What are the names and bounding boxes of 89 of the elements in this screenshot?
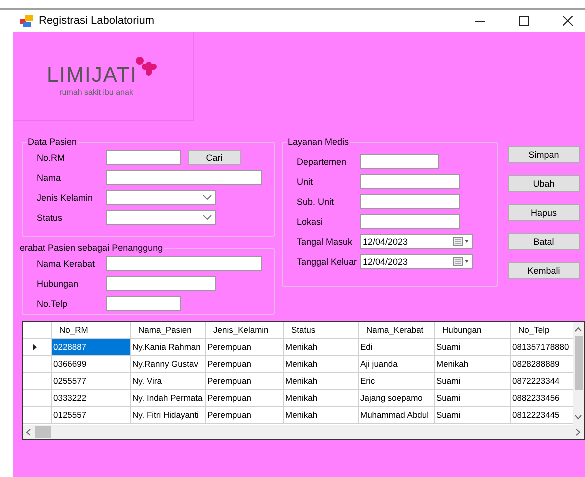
action-button[interactable]: Ubah: [508, 175, 580, 192]
field-label: Nama: [37, 172, 62, 182]
calendar-icon[interactable]: [453, 257, 470, 266]
date-picker[interactable]: 12/04/2023: [360, 234, 473, 249]
field-label: Lokasi: [297, 216, 324, 226]
input-field[interactable]: [106, 150, 181, 165]
table-cell[interactable]: Ny.Ranny Gustav: [130, 356, 205, 372]
field-label: Jenis Kelamin: [37, 192, 94, 202]
field-label: Hubungan: [37, 278, 80, 288]
table-cell[interactable]: Suami: [434, 372, 510, 390]
field-label: Tanggal Keluar: [297, 256, 358, 266]
table-cell[interactable]: Menikah: [434, 356, 510, 372]
logo-tagline: rumah sakit ibu anak: [60, 88, 134, 96]
table-cell[interactable]: 0125557: [51, 406, 130, 424]
dropdown-field[interactable]: [106, 190, 216, 205]
search-button[interactable]: Cari: [188, 150, 241, 165]
table-cell[interactable]: 0333222: [51, 390, 130, 406]
dropdown-field[interactable]: [106, 210, 216, 225]
table-cell[interactable]: Menikah: [283, 390, 358, 406]
vertical-scrollbar[interactable]: [573, 322, 584, 425]
field-label: Sub. Unit: [297, 196, 336, 206]
table-cell[interactable]: Ny.Kania Rahman: [130, 338, 205, 356]
maximize-icon[interactable]: [519, 16, 529, 26]
input-field[interactable]: [106, 256, 262, 271]
field-label: Unit: [297, 176, 314, 186]
scroll-down-icon[interactable]: [575, 415, 582, 420]
field-label: No.RM: [37, 152, 66, 162]
horizontal-scrollbar[interactable]: [23, 425, 584, 439]
field-label: Tangal Masuk: [297, 236, 354, 246]
input-field[interactable]: [360, 174, 460, 189]
table-cell[interactable]: Ny. Vira: [130, 372, 205, 390]
action-button[interactable]: Hapus: [508, 204, 580, 221]
scroll-right-icon[interactable]: [576, 428, 581, 436]
column-header[interactable]: Nama_Kerabat: [358, 322, 434, 338]
table-cell[interactable]: Eric: [358, 372, 434, 390]
table-cell[interactable]: Aji juanda: [358, 356, 434, 372]
action-button[interactable]: Simpan: [508, 146, 580, 163]
table-cell[interactable]: Ny. Fitri Hidayanti: [130, 406, 205, 424]
table-cell[interactable]: Jajang soepamo: [358, 390, 434, 406]
field-label: Departemen: [297, 156, 348, 166]
cross-icon: [135, 56, 158, 78]
scrollbar-thumb[interactable]: [574, 336, 582, 390]
table-cell[interactable]: Perempuan: [205, 406, 283, 424]
table-cell[interactable]: Muhammad Abdul: [358, 406, 434, 424]
action-button[interactable]: Batal: [508, 233, 580, 250]
scroll-up-icon[interactable]: [575, 327, 582, 332]
logo-name: LIMIJATI: [47, 64, 138, 88]
input-field[interactable]: [360, 214, 460, 229]
table-cell[interactable]: Suami: [434, 338, 510, 356]
group-title: Data Pasien: [27, 137, 78, 147]
field-label: Nama Kerabat: [37, 258, 96, 268]
input-field[interactable]: [106, 296, 181, 311]
table-cell[interactable]: Perempuan: [205, 356, 283, 372]
date-picker[interactable]: 12/04/2023: [360, 254, 473, 269]
group-title: erabat Pasien sebagai Penanggung: [19, 243, 164, 253]
chevron-icon[interactable]: [203, 195, 212, 200]
table-cell[interactable]: Suami: [434, 390, 510, 406]
table-cell[interactable]: Menikah: [283, 338, 358, 356]
scrollbar-thumb[interactable]: [35, 426, 51, 438]
app-icon: [20, 15, 34, 27]
column-header[interactable]: Status: [283, 322, 358, 338]
table-cell[interactable]: Suami: [434, 406, 510, 424]
table-cell[interactable]: Perempuan: [205, 390, 283, 406]
action-button[interactable]: Kembali: [508, 262, 580, 279]
group-title: Layanan Medis: [287, 137, 350, 147]
table-cell[interactable]: Edi: [358, 338, 434, 356]
table-cell[interactable]: 0366699: [51, 356, 130, 372]
column-header[interactable]: Jenis_Kelamin: [205, 322, 283, 338]
table-cell[interactable]: Menikah: [283, 406, 358, 424]
table-cell[interactable]: Menikah: [283, 372, 358, 390]
input-field[interactable]: [106, 276, 216, 291]
input-field[interactable]: [360, 194, 460, 209]
field-label: No.Telp: [37, 298, 69, 308]
calendar-icon[interactable]: [453, 237, 470, 246]
table-cell[interactable]: Perempuan: [205, 338, 283, 356]
table-cell[interactable]: Ny. Indah Permata: [130, 390, 205, 406]
column-header[interactable]: Nama_Pasien: [130, 322, 205, 338]
scroll-left-icon[interactable]: [26, 428, 31, 436]
chevron-icon[interactable]: [203, 215, 212, 220]
input-field[interactable]: [106, 170, 262, 185]
input-field[interactable]: [360, 154, 439, 169]
table-cell[interactable]: 0228887: [51, 338, 130, 356]
close-icon[interactable]: [563, 16, 573, 26]
table-cell[interactable]: Menikah: [283, 356, 358, 372]
field-label: Status: [37, 212, 64, 222]
table-cell[interactable]: 0255577: [51, 372, 130, 390]
table-cell[interactable]: Perempuan: [205, 372, 283, 390]
column-header[interactable]: Hubungan: [434, 322, 510, 338]
window-title: Registrasi Labolatorium: [39, 15, 155, 27]
